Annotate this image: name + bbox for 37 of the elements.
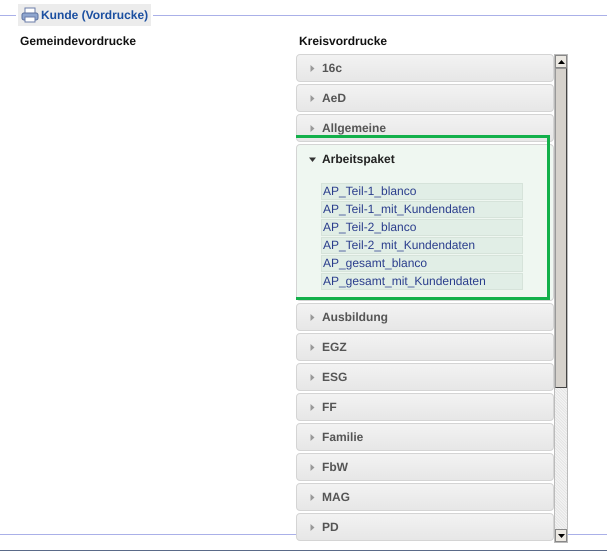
caret-right-icon bbox=[309, 94, 316, 102]
document-link[interactable]: AP_Teil-1_mit_Kundendaten bbox=[321, 201, 523, 218]
printer-icon bbox=[21, 7, 39, 23]
document-link[interactable]: AP_Teil-1_blanco bbox=[321, 183, 523, 200]
accordion-header[interactable]: FF bbox=[296, 393, 554, 421]
caret-right-icon bbox=[309, 314, 316, 320]
caret-right-icon bbox=[309, 524, 316, 530]
document-link[interactable]: AP_gesamt_mit_Kundendaten bbox=[321, 273, 523, 290]
caret-right-icon bbox=[309, 124, 316, 132]
accordion-header[interactable]: Ausbildung bbox=[296, 303, 554, 331]
caret-down-icon bbox=[309, 156, 316, 162]
caret-right-icon bbox=[309, 374, 316, 380]
scroll-down-button[interactable] bbox=[555, 529, 567, 542]
accordion-header[interactable]: ESG bbox=[296, 363, 554, 391]
scroll-up-button[interactable] bbox=[555, 55, 567, 68]
accordion-header[interactable]: Familie bbox=[296, 423, 554, 451]
caret-right-icon bbox=[309, 464, 316, 470]
accordion-header[interactable]: 16c bbox=[296, 54, 554, 82]
column-heading: Gemeindevordrucke bbox=[20, 33, 138, 50]
document-link[interactable]: AP_gesamt_blanco bbox=[321, 255, 523, 272]
arrow-down-icon bbox=[558, 534, 564, 538]
accordion-header[interactable]: AeD bbox=[296, 84, 554, 112]
caret-right-icon bbox=[309, 494, 316, 500]
accordion-header[interactable]: PD bbox=[296, 513, 554, 541]
accordion-header[interactable]: MAG bbox=[296, 483, 554, 511]
document-link[interactable]: AP_Teil-2_mit_Kundendaten bbox=[321, 237, 523, 254]
legend-title: Kunde (Vordrucke) bbox=[41, 7, 148, 24]
caret-right-icon bbox=[309, 404, 316, 410]
document-link[interactable]: AP_Teil-2_blanco bbox=[321, 219, 523, 236]
caret-right-icon bbox=[309, 344, 316, 350]
caret-right-icon bbox=[309, 434, 316, 440]
accordion-header[interactable]: EGZ bbox=[296, 333, 554, 361]
caret-right-icon bbox=[309, 64, 316, 72]
column-heading: Kreisvordrucke bbox=[299, 33, 388, 50]
accordion-header[interactable]: Arbeitspaket bbox=[297, 145, 553, 173]
arrow-up-icon bbox=[558, 60, 564, 64]
accordion-header[interactable]: FbW bbox=[296, 453, 554, 481]
